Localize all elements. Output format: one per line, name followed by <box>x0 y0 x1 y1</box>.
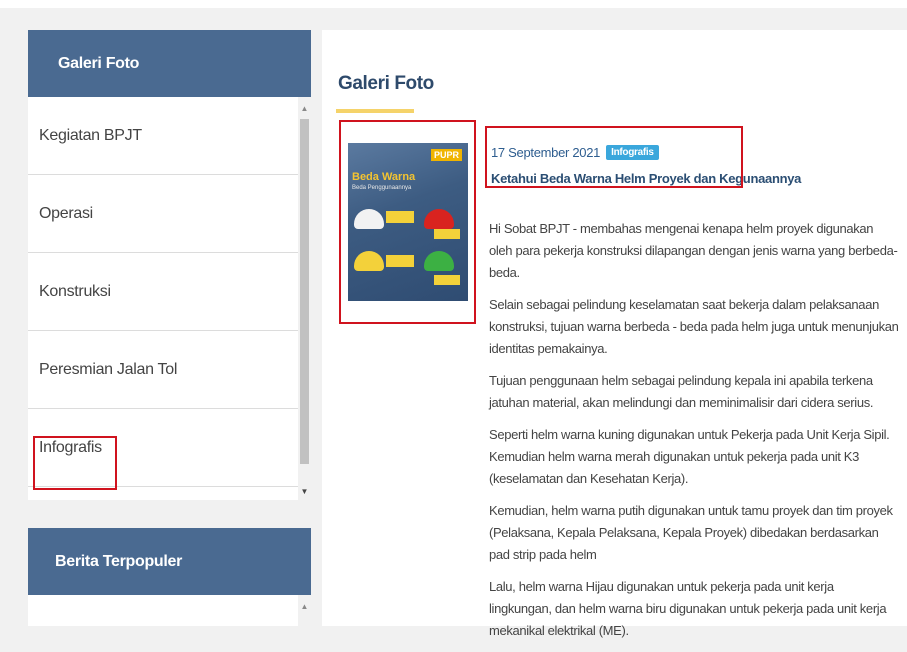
green-helmet-icon <box>424 251 454 271</box>
sidebar-item-infografis[interactable]: Infografis <box>28 409 298 487</box>
popular-news-title: Berita Terpopuler <box>28 528 311 595</box>
scroll-down-arrow-icon[interactable]: ▼ <box>298 484 311 498</box>
thumbnail-subtitle: Beda Penggunaannya <box>352 185 412 191</box>
label-tag <box>434 229 460 239</box>
popular-news-scrollbar[interactable]: ▲ <box>298 595 311 626</box>
thumbnail-title: Beda Warna <box>352 171 416 183</box>
popular-news-sidebar: Berita Terpopuler ▲ <box>28 528 311 626</box>
article-paragraph: Seperti helm warna kuning digunakan untu… <box>489 427 890 486</box>
sidebar-item-konstruksi[interactable]: Konstruksi <box>28 253 298 331</box>
title-underline <box>336 109 414 113</box>
sidebar-item-operasi[interactable]: Operasi <box>28 175 298 253</box>
article-meta: 17 September 2021 Infografis <box>491 145 659 160</box>
scroll-up-arrow-icon[interactable]: ▲ <box>298 599 311 613</box>
article-body: Hi Sobat BPJT - membahas mengenai kenapa… <box>489 218 899 652</box>
sidebar-item-kegiatan-bpjt[interactable]: Kegiatan BPJT <box>28 97 298 175</box>
white-helmet-icon <box>354 209 384 229</box>
sidebar-item-peresmian-jalan-tol[interactable]: Peresmian Jalan Tol <box>28 331 298 409</box>
label-tag <box>434 275 460 285</box>
article-thumbnail[interactable]: PUPR Beda Warna Beda Penggunaannya <box>348 143 468 301</box>
article-paragraph: Hi Sobat BPJT - membahas mengenai kenapa… <box>489 221 898 280</box>
article-paragraph: Tujuan penggunaan helm sebagai pelindung… <box>489 373 874 410</box>
page-title: Galeri Foto <box>338 73 434 94</box>
yellow-helmet-icon <box>354 251 384 271</box>
scrollbar-thumb[interactable] <box>300 119 309 464</box>
label-tag <box>386 211 414 223</box>
category-list: Kegiatan BPJT Operasi Konstruksi Peresmi… <box>28 97 311 500</box>
article-headline[interactable]: Ketahui Beda Warna Helm Proyek dan Kegun… <box>491 171 801 186</box>
category-badge[interactable]: Infografis <box>606 145 659 160</box>
article-paragraph: Kemudian, helm warna putih digunakan unt… <box>489 503 893 562</box>
article-paragraph: Lalu, helm warna Hijau digunakan untuk p… <box>489 579 887 638</box>
pupr-logo: PUPR <box>430 149 462 161</box>
label-tag <box>386 255 414 267</box>
gallery-sidebar: Galeri Foto Kegiatan BPJT Operasi Konstr… <box>28 30 311 500</box>
scroll-up-arrow-icon[interactable]: ▲ <box>298 101 311 115</box>
sidebar-title: Galeri Foto <box>28 30 311 97</box>
top-strip <box>0 0 907 8</box>
main-content: Galeri Foto PUPR Beda Warna Beda Penggun… <box>322 30 907 638</box>
sidebar-scrollbar[interactable]: ▲ ▼ <box>298 97 311 500</box>
red-helmet-icon <box>424 209 454 229</box>
article-date: 17 September 2021 <box>491 145 601 160</box>
article-paragraph: Selain sebagai pelindung keselamatan saa… <box>489 297 899 356</box>
